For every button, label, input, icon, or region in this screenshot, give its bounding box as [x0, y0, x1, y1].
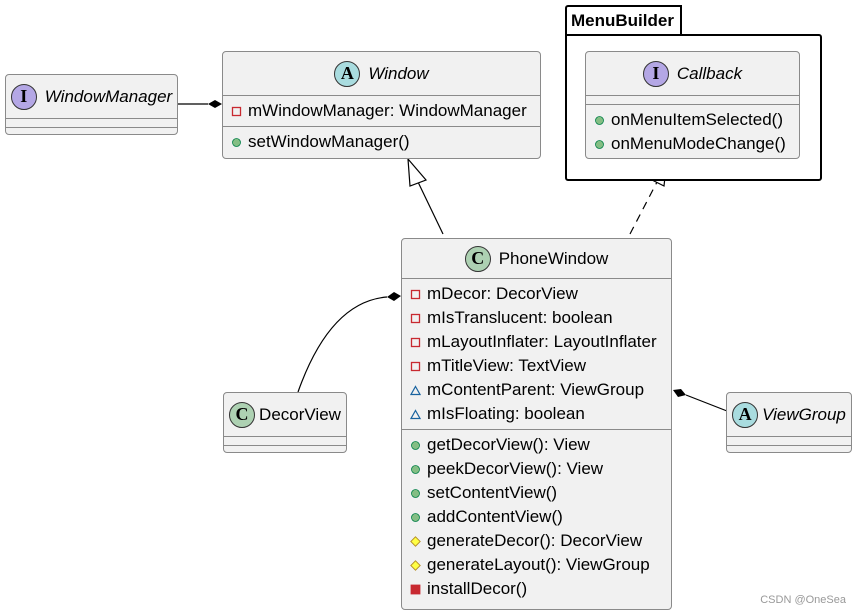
abstract-badge-icon: A	[334, 60, 361, 87]
class-badge-icon: C	[229, 401, 256, 428]
field-row: mIsFloating: boolean	[410, 402, 671, 426]
method-row: generateLayout(): ViewGroup	[410, 553, 671, 577]
public-method-icon	[410, 464, 421, 475]
public-method-icon	[410, 488, 421, 499]
field-row: mLayoutInflater: LayoutInflater	[410, 330, 671, 354]
method-text: installDecor()	[427, 579, 528, 598]
method-text: addContentView()	[427, 507, 563, 526]
field-text: mTitleView: TextView	[427, 356, 587, 375]
class-name: WindowManager	[44, 86, 173, 106]
relation-windowmanager-window	[178, 100, 222, 108]
field-text: mContentParent: ViewGroup	[427, 380, 645, 399]
class-windowmanager[interactable]: I WindowManager	[5, 74, 178, 135]
private-field-icon	[231, 106, 242, 117]
method-row: installDecor()	[410, 577, 671, 601]
public-method-icon	[410, 440, 421, 451]
methods-section: setWindowManager()	[223, 127, 540, 157]
methods-section: onMenuItemSelected() onMenuModeChange()	[586, 105, 799, 159]
method-text: onMenuModeChange()	[611, 134, 786, 153]
method-text: setContentView()	[427, 483, 558, 502]
composition-diamond-icon	[673, 389, 686, 397]
package-field-icon	[410, 384, 421, 396]
method-text: onMenuItemSelected()	[611, 110, 783, 129]
fields-section: mDecor: DecorView mIsTranslucent: boolean…	[402, 279, 671, 430]
class-badge-icon: C	[464, 245, 491, 272]
public-method-icon	[594, 115, 605, 126]
field-text: mIsFloating: boolean	[427, 404, 585, 423]
field-text: mDecor: DecorView	[427, 284, 578, 303]
field-row: mTitleView: TextView	[410, 354, 671, 378]
private-field-icon	[410, 289, 421, 300]
composition-diamond-icon	[208, 100, 222, 108]
public-method-icon	[231, 137, 242, 148]
relation-phonewindow-extends-window	[407, 157, 444, 235]
watermark: CSDN @OneSea	[760, 594, 846, 606]
methods-section	[224, 446, 346, 455]
method-text: setWindowManager()	[248, 132, 410, 151]
fields-section	[224, 437, 346, 446]
relation-viewgroup-phonewindow	[673, 389, 728, 412]
class-name: PhoneWindow	[498, 248, 609, 268]
field-text: mLayoutInflater: LayoutInflater	[427, 332, 657, 351]
field-row: mDecor: DecorView	[410, 282, 671, 306]
public-method-icon	[410, 512, 421, 523]
public-method-icon	[594, 139, 605, 150]
protected-method-icon	[410, 559, 421, 571]
method-row: onMenuModeChange()	[594, 132, 799, 156]
field-row: mContentParent: ViewGroup	[410, 378, 671, 402]
method-text: getDecorView(): View	[427, 435, 590, 454]
interface-badge-icon: I	[642, 60, 669, 87]
class-name: Window	[368, 63, 429, 83]
method-text: generateDecor(): DecorView	[427, 531, 643, 550]
field-row: mWindowManager: WindowManager	[231, 99, 540, 123]
fields-section	[6, 119, 177, 128]
protected-method-icon	[410, 535, 421, 547]
class-viewgroup[interactable]: A ViewGroup	[726, 392, 852, 453]
package-tab: MenuBuilder	[565, 5, 682, 34]
fields-section	[586, 96, 799, 105]
class-callback[interactable]: I Callback onMenuItemSelected() onMenuMod…	[585, 51, 800, 159]
method-text: peekDecorView(): View	[427, 459, 604, 478]
fields-section	[727, 437, 851, 446]
field-text: mWindowManager: WindowManager	[248, 101, 527, 120]
private-field-icon	[410, 337, 421, 348]
package-field-icon	[410, 408, 421, 420]
method-row: setContentView()	[410, 481, 671, 505]
class-name: ViewGroup	[762, 404, 846, 424]
class-decorview[interactable]: C DecorView	[223, 392, 347, 453]
class-name: DecorView	[259, 404, 341, 424]
method-text: generateLayout(): ViewGroup	[427, 555, 650, 574]
method-row: addContentView()	[410, 505, 671, 529]
package-name: MenuBuilder	[571, 11, 674, 30]
fields-section: mWindowManager: WindowManager	[223, 96, 540, 127]
field-text: mIsTranslucent: boolean	[427, 308, 613, 327]
inheritance-arrow-icon	[407, 157, 428, 187]
method-row: generateDecor(): DecorView	[410, 529, 671, 553]
private-method-icon	[410, 584, 421, 595]
private-field-icon	[410, 361, 421, 372]
class-name: Callback	[676, 63, 743, 83]
method-row: setWindowManager()	[231, 130, 540, 154]
private-field-icon	[410, 313, 421, 324]
composition-diamond-icon	[387, 292, 401, 301]
class-window[interactable]: A Window mWindowManager: WindowManager s…	[222, 51, 541, 159]
methods-section: getDecorView(): View peekDecorView(): Vie…	[402, 430, 671, 604]
relation-decorview-phonewindow	[297, 292, 401, 393]
abstract-badge-icon: A	[732, 401, 759, 428]
methods-section	[6, 128, 177, 137]
method-row: peekDecorView(): View	[410, 457, 671, 481]
method-row: onMenuItemSelected()	[594, 108, 799, 132]
methods-section	[727, 446, 851, 455]
method-row: getDecorView(): View	[410, 433, 671, 457]
class-phonewindow[interactable]: C PhoneWindow mDecor: DecorView mIsTransl…	[401, 238, 672, 610]
field-row: mIsTranslucent: boolean	[410, 306, 671, 330]
interface-badge-icon: I	[10, 83, 37, 110]
